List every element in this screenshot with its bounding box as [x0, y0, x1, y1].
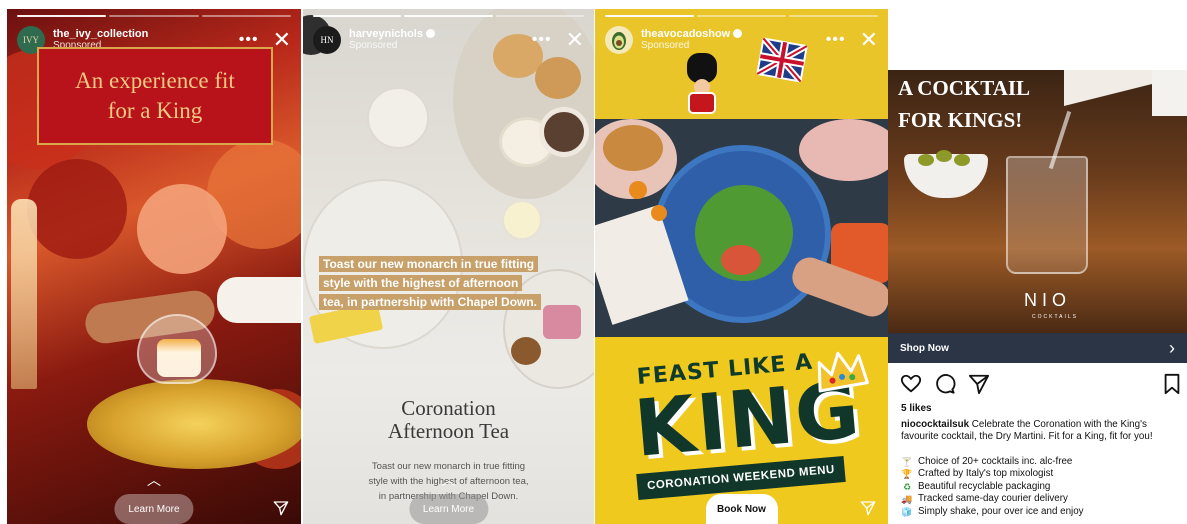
headline-banner: An experience fit for a King — [37, 47, 273, 145]
list-item: 🚚 Tracked same-day courier delivery — [901, 493, 1068, 505]
verified-badge-icon — [425, 29, 435, 38]
salmon — [721, 245, 761, 275]
more-options-icon[interactable]: ••• — [826, 31, 846, 49]
post-image[interactable]: A COCKTAIL FOR KINGS! NIO COCKTAILS — [888, 70, 1187, 333]
avocado-logo-icon — [612, 32, 626, 50]
avatar[interactable]: HN — [313, 26, 341, 54]
username[interactable]: the_ivy_collection — [53, 28, 148, 40]
headline-line: An experience fit — [75, 68, 235, 93]
close-icon[interactable]: ✕ — [566, 29, 584, 51]
cocktail-glass-icon: 🍸 — [901, 457, 913, 467]
sponsored-label: Sponsored — [641, 40, 690, 51]
sponsored-label: Sponsored — [349, 40, 398, 51]
post-headline-line: A COCKTAIL — [898, 76, 1031, 100]
share-icon[interactable] — [968, 373, 990, 395]
teacup — [367, 87, 429, 149]
learn-more-button[interactable]: Learn More — [408, 494, 489, 524]
brand-subtitle: COCKTAILS — [1032, 314, 1078, 320]
post-actions — [900, 372, 1183, 396]
scone — [535, 57, 581, 99]
champagne-flute — [11, 199, 37, 389]
brand-logo: NIO — [1024, 290, 1072, 310]
royal-guard-sticker — [687, 53, 717, 114]
send-icon[interactable] — [273, 500, 289, 516]
avatar[interactable] — [605, 26, 633, 54]
more-options-icon[interactable]: ••• — [532, 31, 552, 49]
trophy-icon: 🏆 — [901, 469, 913, 480]
gold-plate — [87, 379, 301, 469]
bookmark-icon[interactable] — [1161, 373, 1183, 395]
caption-line: tea, in partnership with Chapel Down. — [319, 294, 542, 310]
verified-badge-icon — [733, 29, 743, 38]
olive — [954, 154, 970, 166]
peach-rose — [137, 184, 227, 274]
olive — [918, 154, 934, 166]
post-caption: niococktailsuk Celebrate the Coronation … — [901, 419, 1187, 443]
pastry — [511, 337, 541, 365]
account-meta: theavocadoshow Sponsored — [641, 28, 743, 52]
story-header: theavocadoshow Sponsored ••• ✕ — [605, 23, 878, 57]
caption-line: Toast our new monarch in true fitting — [319, 256, 539, 272]
pink-plate — [799, 119, 888, 181]
caption-sticker: Toast our new monarch in true fitting st… — [319, 255, 574, 312]
paper-tag — [1152, 70, 1187, 116]
send-icon[interactable] — [860, 500, 876, 516]
book-now-button[interactable]: Book Now — [705, 494, 778, 524]
cream-dish — [501, 199, 543, 241]
ice-icon: 🧊 — [901, 506, 913, 517]
comment-icon[interactable] — [934, 373, 956, 395]
bread-roll — [603, 125, 663, 171]
close-icon[interactable]: ✕ — [860, 29, 878, 51]
dessert — [157, 339, 201, 377]
story-header: HN harveynichols Sponsored ••• ✕ — [313, 23, 584, 57]
page-title: Coronation Afternoon Tea — [387, 396, 510, 443]
headline-line: for a King — [107, 98, 203, 123]
list-item: 🍸 Choice of 20+ cocktails inc. alc-free — [901, 456, 1073, 467]
feature-list: 🍸 Choice of 20+ cocktails inc. alc-free 🏆… — [901, 456, 1187, 518]
learn-more-button[interactable]: Learn More — [114, 494, 194, 524]
white-sleeve — [217, 277, 301, 323]
feed-post-nio-cocktails: A COCKTAIL FOR KINGS! NIO COCKTAILS Shop… — [888, 70, 1187, 524]
story-progress — [313, 15, 584, 17]
caption-line: style with the highest of afternoon — [319, 275, 523, 291]
delivery-truck-icon: 🚚 — [901, 494, 913, 505]
story-progress — [17, 15, 291, 17]
chevron-up-icon: ︿ — [147, 472, 161, 488]
like-count[interactable]: 5 likes — [901, 403, 932, 414]
tomato — [629, 181, 647, 199]
story-progress — [605, 15, 878, 17]
jam-dish — [539, 107, 589, 157]
cocktail-glass — [1006, 156, 1088, 274]
close-icon[interactable]: ✕ — [273, 29, 291, 51]
list-item: ♻ Beautiful recyclable packaging — [902, 480, 1051, 492]
username[interactable]: theavocadoshow — [641, 28, 743, 40]
list-item: 🧊 Simply shake, pour over ice and enjoy — [901, 505, 1084, 517]
shop-now-label: Shop Now — [900, 342, 949, 354]
story-avocado-show[interactable]: theavocadoshow Sponsored ••• ✕ FEAST LIK… — [595, 9, 888, 524]
food-photo — [595, 119, 888, 337]
story-ivy-collection[interactable]: IVY the_ivy_collection Sponsored ••• ✕ A… — [7, 9, 301, 524]
heart-icon[interactable] — [900, 373, 922, 395]
chevron-right-icon: › — [1169, 337, 1175, 358]
flower-decoration — [27, 159, 127, 259]
account-meta: harveynichols Sponsored — [349, 28, 435, 52]
tomato — [651, 205, 667, 221]
post-headline-line: FOR KINGS! — [898, 108, 1023, 132]
recycle-icon: ♻ — [902, 481, 912, 492]
caption-username[interactable]: niococktailsuk — [901, 419, 969, 430]
olive — [936, 150, 952, 162]
username[interactable]: harveynichols — [349, 28, 435, 40]
story-harvey-nichols[interactable]: HN harveynichols Sponsored ••• ✕ Toast o… — [303, 9, 594, 524]
shop-now-bar[interactable]: Shop Now › — [888, 333, 1187, 363]
chevron-up-icon: ︿ — [441, 472, 456, 488]
list-item: 🏆 Crafted by Italy's top mixologist — [901, 468, 1054, 480]
